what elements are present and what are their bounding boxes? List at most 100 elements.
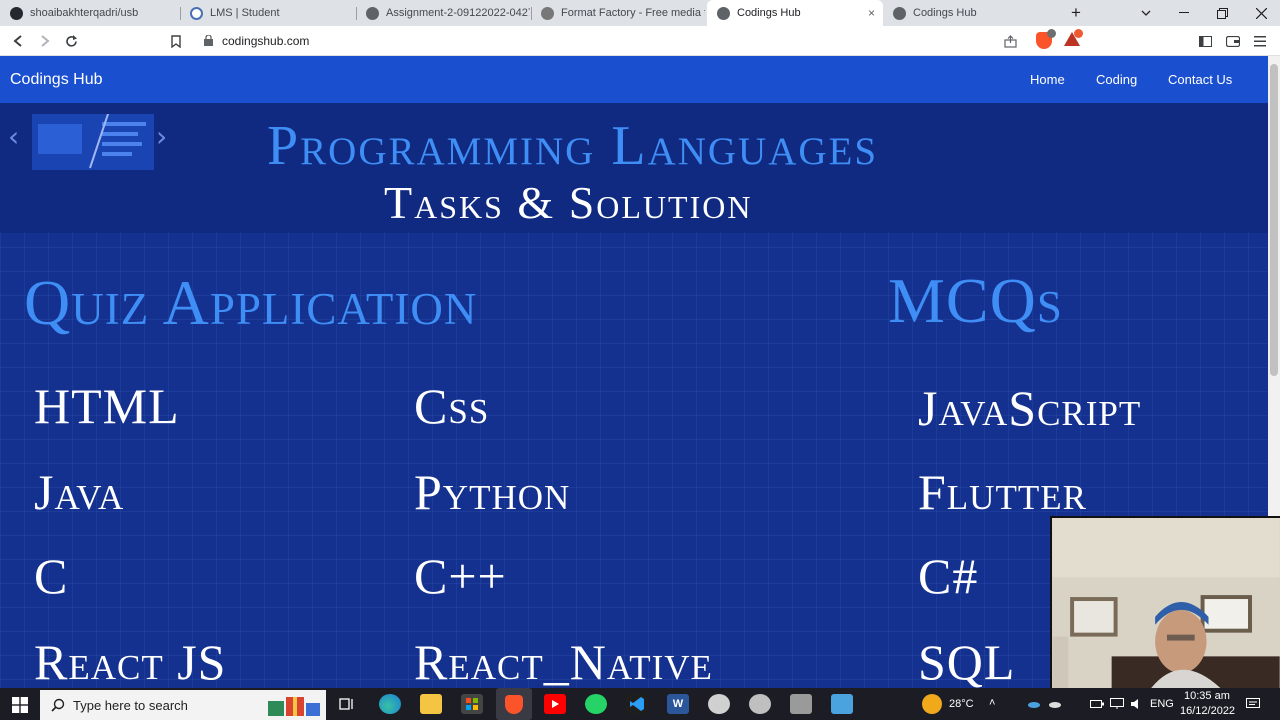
app-icon[interactable] <box>749 694 771 714</box>
wallet-icon <box>1226 35 1240 47</box>
minimize-button[interactable] <box>1165 0 1203 26</box>
brave-icon <box>505 694 523 714</box>
browser-toolbar: codingshub.com <box>0 26 1280 56</box>
language-link-cpp[interactable]: C++ <box>414 548 507 604</box>
tab-title: shoaibakhterqadri/usb <box>30 7 139 19</box>
speaker-icon <box>1131 699 1138 709</box>
volume-icon[interactable] <box>1129 694 1145 714</box>
battery-glyph-icon <box>1090 700 1104 708</box>
tab-search-button[interactable] <box>1127 0 1165 26</box>
format-factory-icon <box>541 6 554 20</box>
bookmark-button[interactable] <box>166 31 186 51</box>
nav-home[interactable]: Home <box>1030 72 1065 87</box>
tab-title: LMS | Student <box>210 7 280 19</box>
close-icon <box>1255 7 1267 19</box>
tab-format-factory[interactable]: Format Factory - Free media file <box>531 0 705 26</box>
vscode-logo-icon <box>630 697 644 711</box>
app-icon[interactable] <box>790 694 812 714</box>
code-illustration-icon <box>32 114 154 170</box>
brave-browser-taskbar-button[interactable] <box>496 688 532 720</box>
task-view-icon[interactable] <box>336 694 358 714</box>
lms-icon <box>190 6 203 20</box>
carousel-next-icon[interactable]: › <box>156 120 167 153</box>
language-link-css[interactable]: Css <box>414 378 489 434</box>
cloud-icon[interactable] <box>1047 694 1063 714</box>
store-grid-icon <box>466 698 478 710</box>
scrollbar-thumb[interactable] <box>1270 64 1278 376</box>
site-navbar: Codings Hub Home Coding Contact Us <box>0 56 1268 103</box>
tab-codings-hub[interactable]: Codings Hub <box>883 0 1055 26</box>
carousel-prev-icon[interactable]: ‹ <box>8 120 19 153</box>
tab-title: Format Factory - Free media file <box>561 7 705 19</box>
edge-browser-icon[interactable] <box>379 694 401 714</box>
tab-codings-hub-active[interactable]: Codings Hub × <box>707 0 883 26</box>
tab-github[interactable]: shoaibakhterqadri/usb <box>0 0 178 26</box>
lock-icon <box>204 35 213 46</box>
weather-icon[interactable] <box>922 694 942 714</box>
tray-app-icon[interactable] <box>1068 694 1084 714</box>
site-brand[interactable]: Codings Hub <box>10 71 103 89</box>
windows-start-icon[interactable] <box>12 697 28 713</box>
globe-icon <box>366 6 379 20</box>
paint-icon[interactable] <box>708 694 730 714</box>
wallet-button[interactable] <box>1223 31 1243 51</box>
restore-icon <box>1216 7 1228 19</box>
menu-button[interactable] <box>1250 31 1270 51</box>
app-icon[interactable] <box>831 694 853 714</box>
tab-assignment[interactable]: Assignment-2-09122022-04272 <box>356 0 530 26</box>
forward-button[interactable] <box>35 31 55 51</box>
monitor-icon <box>1110 698 1124 709</box>
battery-icon[interactable] <box>1089 694 1105 714</box>
brave-rewards-icon[interactable] <box>1064 29 1083 46</box>
language-link-sql[interactable]: SQL <box>918 634 1015 688</box>
clock-date[interactable]: 16/12/2022 <box>1180 705 1235 717</box>
whatsapp-icon[interactable] <box>585 694 607 714</box>
language-link-react-js[interactable]: React JS <box>34 634 227 688</box>
language-link-javascript[interactable]: JavaScript <box>918 380 1141 436</box>
language-link-csharp[interactable]: C# <box>918 548 978 604</box>
language-link-c[interactable]: C <box>34 548 68 604</box>
cloud-icon <box>1028 702 1040 708</box>
reload-button[interactable] <box>61 31 81 51</box>
input-language[interactable]: ENG <box>1150 698 1174 710</box>
mcqs-heading[interactable]: MCQs <box>888 266 1063 336</box>
nav-contact-us[interactable]: Contact Us <box>1168 72 1232 87</box>
close-window-button[interactable] <box>1242 0 1280 26</box>
file-explorer-icon[interactable] <box>420 694 442 714</box>
weather-temperature[interactable]: 28°C <box>949 698 974 710</box>
word-icon[interactable]: W <box>667 694 689 714</box>
share-button[interactable] <box>1000 31 1020 51</box>
network-icon[interactable] <box>1109 694 1125 714</box>
quiz-application-heading[interactable]: Quiz Application <box>24 268 477 338</box>
close-icon[interactable]: × <box>868 6 875 20</box>
vscode-icon[interactable] <box>626 694 648 714</box>
new-tab-button[interactable]: + <box>1057 0 1095 26</box>
share-icon <box>1003 34 1017 48</box>
microsoft-store-icon[interactable] <box>461 694 483 714</box>
back-button[interactable] <box>8 31 28 51</box>
onedrive-icon[interactable] <box>1026 694 1042 714</box>
language-link-python[interactable]: Python <box>414 464 570 520</box>
browser-tab-strip: shoaibakhterqadri/usb LMS | Student Assi… <box>0 0 1280 26</box>
clock-time[interactable]: 10:35 am <box>1184 690 1230 702</box>
tab-lms[interactable]: LMS | Student <box>180 0 356 26</box>
globe-icon <box>893 6 906 20</box>
brave-shields-icon[interactable] <box>1036 29 1056 49</box>
restore-button[interactable] <box>1203 0 1241 26</box>
chevron-up-icon[interactable]: ˄ <box>989 697 995 709</box>
tray-app-icon[interactable] <box>1006 694 1022 714</box>
banner-subtitle: Tasks & Solution <box>384 177 753 228</box>
minimize-icon <box>1179 12 1189 13</box>
language-link-flutter[interactable]: Flutter <box>918 464 1087 520</box>
sidebar-button[interactable] <box>1195 31 1215 51</box>
badge-icon <box>1074 29 1083 38</box>
nav-coding[interactable]: Coding <box>1096 72 1137 87</box>
language-link-java[interactable]: Java <box>34 464 124 520</box>
address-bar[interactable]: codingshub.com <box>222 34 309 48</box>
gift-decoration-icon <box>268 697 320 716</box>
language-link-html[interactable]: HTML <box>34 378 180 434</box>
notification-icon[interactable] <box>1245 694 1261 714</box>
language-link-react-native[interactable]: React_Native <box>414 634 713 688</box>
youtube-icon[interactable] <box>544 694 566 714</box>
taskbar-search-box[interactable]: Type here to search <box>40 690 326 720</box>
